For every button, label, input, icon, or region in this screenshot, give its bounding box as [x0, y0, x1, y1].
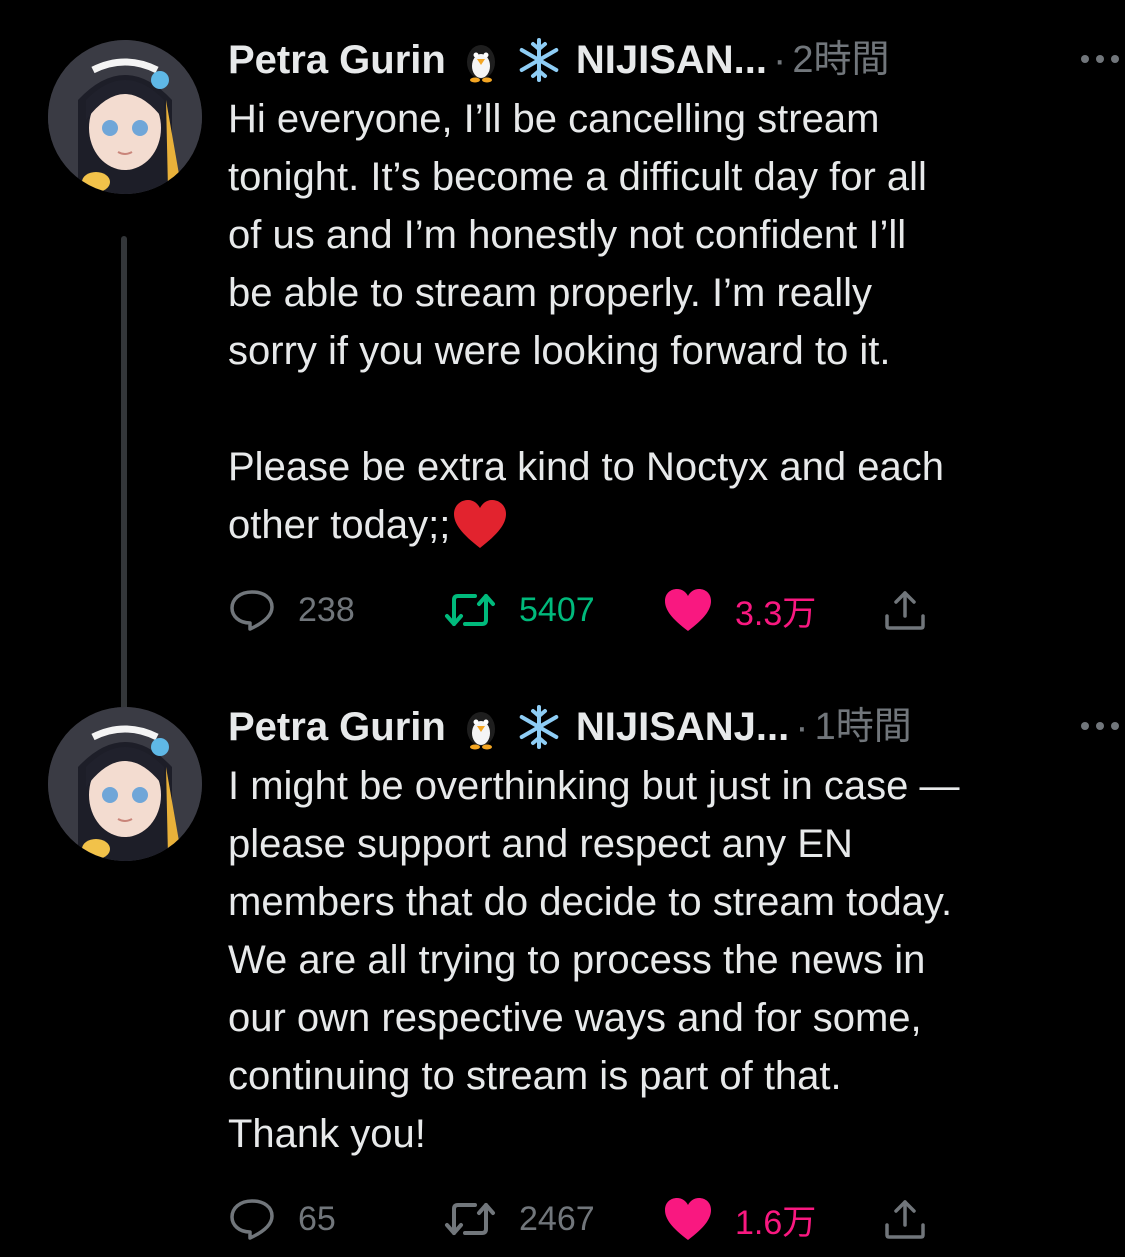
like-button[interactable]: 1.6万 [663, 1189, 816, 1249]
like-button[interactable]: 3.3万 [663, 580, 816, 640]
like-count: 3.3万 [735, 594, 817, 633]
snowflake-emoji [519, 705, 559, 749]
tweet-text: I might be overthinking but just in case… [228, 757, 1098, 1163]
like-count: 1.6万 [735, 1203, 817, 1242]
org-name: NIJISANJ... [575, 705, 790, 749]
snowflake-emoji [519, 38, 559, 82]
author-name[interactable]: Petra Gurin [228, 697, 446, 757]
share-icon [885, 591, 925, 630]
tweet-text: Hi everyone, I’ll be cancelling stream t… [228, 90, 1098, 554]
tweet-text-content: Hi everyone, I’ll be cancelling stream t… [228, 97, 944, 547]
reply-icon [230, 590, 274, 631]
avatar-image [48, 707, 202, 861]
share-icon [885, 1200, 925, 1239]
retweet-icon [445, 1203, 495, 1235]
share-button[interactable] [883, 1189, 927, 1249]
more-options-icon[interactable] [1075, 711, 1125, 741]
tweet-text-content: I might be overthinking but just in case… [228, 764, 960, 1156]
reply-count: 238 [298, 590, 355, 629]
reply-count: 65 [298, 1199, 336, 1238]
tweet-header: Petra Gurin NIJISANJ... · 1時間 [228, 697, 1098, 757]
action-bar: 238 5407 3.3万 [228, 580, 1098, 640]
tweet-content: Petra Gurin NIJISAN... · 2時間 Hi everyone… [228, 30, 1119, 640]
avatar[interactable] [48, 707, 202, 861]
timestamp[interactable]: 1時間 [815, 697, 912, 757]
retweet-button[interactable]: 5407 [443, 580, 595, 640]
retweet-icon [445, 594, 495, 626]
heart-filled-icon [665, 589, 711, 631]
share-button[interactable] [883, 580, 927, 640]
avatar-image [48, 40, 202, 194]
author-name[interactable]: Petra Gurin [228, 30, 446, 90]
reply-icon [230, 1199, 274, 1240]
retweet-count: 5407 [519, 590, 595, 629]
heart-filled-icon [665, 1198, 711, 1240]
separator: · [773, 38, 787, 82]
thread-line [121, 236, 127, 724]
penguin-emoji [466, 45, 495, 83]
penguin-emoji [466, 712, 495, 750]
timestamp[interactable]: 2時間 [792, 30, 889, 90]
reply-button[interactable]: 238 [228, 580, 355, 640]
tweet-header: Petra Gurin NIJISAN... · 2時間 [228, 30, 1098, 90]
separator: · [795, 705, 809, 749]
tweet-content: Petra Gurin NIJISANJ... · 1時間 I might be… [228, 697, 1119, 1249]
avatar[interactable] [48, 40, 202, 194]
action-bar: 65 2467 1.6万 [228, 1189, 1098, 1249]
org-name: NIJISAN... [575, 38, 767, 82]
red-heart-emoji [454, 500, 507, 548]
retweet-count: 2467 [519, 1199, 595, 1238]
retweet-button[interactable]: 2467 [443, 1189, 595, 1249]
more-options-icon[interactable] [1075, 44, 1125, 74]
reply-button[interactable]: 65 [228, 1189, 336, 1249]
